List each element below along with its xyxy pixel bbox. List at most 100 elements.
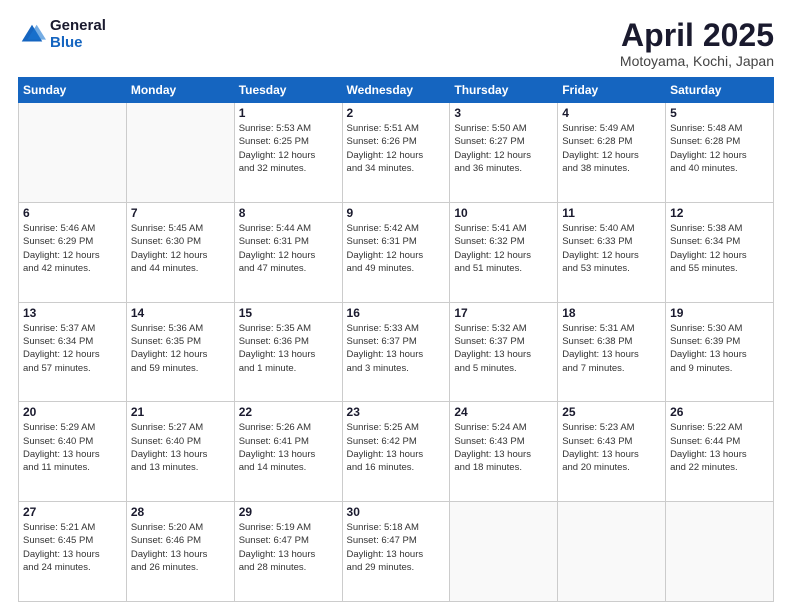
week-row-4: 27 Sunrise: 5:21 AM Sunset: 6:45 PM Dayli… bbox=[19, 502, 774, 602]
header: General Blue April 2025 Motoyama, Kochi,… bbox=[18, 18, 774, 69]
day-number: 13 bbox=[23, 306, 122, 320]
weekday-header-saturday: Saturday bbox=[666, 78, 774, 103]
day-info: Sunrise: 5:46 AM Sunset: 6:29 PM Dayligh… bbox=[23, 222, 122, 275]
day-number: 7 bbox=[131, 206, 230, 220]
calendar-cell: 22 Sunrise: 5:26 AM Sunset: 6:41 PM Dayli… bbox=[234, 402, 342, 502]
day-info: Sunrise: 5:32 AM Sunset: 6:37 PM Dayligh… bbox=[454, 322, 553, 375]
calendar-cell: 6 Sunrise: 5:46 AM Sunset: 6:29 PM Daylig… bbox=[19, 202, 127, 302]
day-number: 9 bbox=[347, 206, 446, 220]
day-number: 25 bbox=[562, 405, 661, 419]
logo-general: General bbox=[50, 18, 106, 35]
day-number: 20 bbox=[23, 405, 122, 419]
page: General Blue April 2025 Motoyama, Kochi,… bbox=[0, 0, 792, 612]
calendar-cell bbox=[450, 502, 558, 602]
day-number: 1 bbox=[239, 106, 338, 120]
calendar-cell: 8Sunrise: 5:44 AM Sunset: 6:31 PM Daylig… bbox=[234, 202, 342, 302]
weekday-header-row: SundayMondayTuesdayWednesdayThursdayFrid… bbox=[19, 78, 774, 103]
weekday-header-tuesday: Tuesday bbox=[234, 78, 342, 103]
calendar-cell: 21 Sunrise: 5:27 AM Sunset: 6:40 PM Dayli… bbox=[126, 402, 234, 502]
week-row-1: 6 Sunrise: 5:46 AM Sunset: 6:29 PM Daylig… bbox=[19, 202, 774, 302]
day-number: 12 bbox=[670, 206, 769, 220]
day-number: 29 bbox=[239, 505, 338, 519]
calendar-cell bbox=[558, 502, 666, 602]
day-number: 23 bbox=[347, 405, 446, 419]
calendar-cell: 29 Sunrise: 5:19 AM Sunset: 6:47 PM Dayli… bbox=[234, 502, 342, 602]
logo: General Blue bbox=[18, 18, 106, 51]
day-info: Sunrise: 5:40 AM Sunset: 6:33 PM Dayligh… bbox=[562, 222, 661, 275]
logo-blue: Blue bbox=[50, 35, 106, 52]
day-info: Sunrise: 5:50 AM Sunset: 6:27 PM Dayligh… bbox=[454, 122, 553, 175]
day-info: Sunrise: 5:27 AM Sunset: 6:40 PM Dayligh… bbox=[131, 421, 230, 474]
day-number: 27 bbox=[23, 505, 122, 519]
calendar-cell: 27 Sunrise: 5:21 AM Sunset: 6:45 PM Dayli… bbox=[19, 502, 127, 602]
calendar-cell: 30 Sunrise: 5:18 AM Sunset: 6:47 PM Dayli… bbox=[342, 502, 450, 602]
calendar-cell: 17 Sunrise: 5:32 AM Sunset: 6:37 PM Dayli… bbox=[450, 302, 558, 402]
day-info: Sunrise: 5:48 AM Sunset: 6:28 PM Dayligh… bbox=[670, 122, 769, 175]
day-info: Sunrise: 5:18 AM Sunset: 6:47 PM Dayligh… bbox=[347, 521, 446, 574]
day-number: 10 bbox=[454, 206, 553, 220]
day-number: 8 bbox=[239, 206, 338, 220]
calendar-cell: 19Sunrise: 5:30 AM Sunset: 6:39 PM Dayli… bbox=[666, 302, 774, 402]
day-number: 24 bbox=[454, 405, 553, 419]
week-row-0: 1Sunrise: 5:53 AM Sunset: 6:25 PM Daylig… bbox=[19, 103, 774, 203]
week-row-2: 13 Sunrise: 5:37 AM Sunset: 6:34 PM Dayli… bbox=[19, 302, 774, 402]
day-info: Sunrise: 5:30 AM Sunset: 6:39 PM Dayligh… bbox=[670, 322, 769, 375]
day-info: Sunrise: 5:51 AM Sunset: 6:26 PM Dayligh… bbox=[347, 122, 446, 175]
day-info: Sunrise: 5:23 AM Sunset: 6:43 PM Dayligh… bbox=[562, 421, 661, 474]
weekday-header-sunday: Sunday bbox=[19, 78, 127, 103]
calendar-cell: 28Sunrise: 5:20 AM Sunset: 6:46 PM Dayli… bbox=[126, 502, 234, 602]
day-number: 6 bbox=[23, 206, 122, 220]
calendar-cell: 7 Sunrise: 5:45 AM Sunset: 6:30 PM Daylig… bbox=[126, 202, 234, 302]
day-info: Sunrise: 5:31 AM Sunset: 6:38 PM Dayligh… bbox=[562, 322, 661, 375]
day-info: Sunrise: 5:22 AM Sunset: 6:44 PM Dayligh… bbox=[670, 421, 769, 474]
day-info: Sunrise: 5:25 AM Sunset: 6:42 PM Dayligh… bbox=[347, 421, 446, 474]
day-number: 26 bbox=[670, 405, 769, 419]
day-number: 5 bbox=[670, 106, 769, 120]
day-info: Sunrise: 5:36 AM Sunset: 6:35 PM Dayligh… bbox=[131, 322, 230, 375]
location: Motoyama, Kochi, Japan bbox=[620, 53, 774, 69]
calendar-cell: 5 Sunrise: 5:48 AM Sunset: 6:28 PM Daylig… bbox=[666, 103, 774, 203]
day-number: 21 bbox=[131, 405, 230, 419]
calendar-cell: 3 Sunrise: 5:50 AM Sunset: 6:27 PM Daylig… bbox=[450, 103, 558, 203]
day-info: Sunrise: 5:24 AM Sunset: 6:43 PM Dayligh… bbox=[454, 421, 553, 474]
calendar-cell: 15Sunrise: 5:35 AM Sunset: 6:36 PM Dayli… bbox=[234, 302, 342, 402]
calendar-cell: 26 Sunrise: 5:22 AM Sunset: 6:44 PM Dayli… bbox=[666, 402, 774, 502]
day-info: Sunrise: 5:45 AM Sunset: 6:30 PM Dayligh… bbox=[131, 222, 230, 275]
calendar-cell bbox=[666, 502, 774, 602]
day-info: Sunrise: 5:19 AM Sunset: 6:47 PM Dayligh… bbox=[239, 521, 338, 574]
calendar-cell: 25 Sunrise: 5:23 AM Sunset: 6:43 PM Dayli… bbox=[558, 402, 666, 502]
day-info: Sunrise: 5:38 AM Sunset: 6:34 PM Dayligh… bbox=[670, 222, 769, 275]
day-info: Sunrise: 5:29 AM Sunset: 6:40 PM Dayligh… bbox=[23, 421, 122, 474]
day-number: 16 bbox=[347, 306, 446, 320]
calendar-cell: 4Sunrise: 5:49 AM Sunset: 6:28 PM Daylig… bbox=[558, 103, 666, 203]
day-number: 11 bbox=[562, 206, 661, 220]
calendar-cell: 12 Sunrise: 5:38 AM Sunset: 6:34 PM Dayli… bbox=[666, 202, 774, 302]
day-number: 2 bbox=[347, 106, 446, 120]
day-number: 15 bbox=[239, 306, 338, 320]
day-number: 3 bbox=[454, 106, 553, 120]
calendar-cell: 1Sunrise: 5:53 AM Sunset: 6:25 PM Daylig… bbox=[234, 103, 342, 203]
week-row-3: 20 Sunrise: 5:29 AM Sunset: 6:40 PM Dayli… bbox=[19, 402, 774, 502]
calendar-cell: 9Sunrise: 5:42 AM Sunset: 6:31 PM Daylig… bbox=[342, 202, 450, 302]
calendar-cell: 18 Sunrise: 5:31 AM Sunset: 6:38 PM Dayli… bbox=[558, 302, 666, 402]
weekday-header-wednesday: Wednesday bbox=[342, 78, 450, 103]
day-number: 17 bbox=[454, 306, 553, 320]
calendar-cell bbox=[19, 103, 127, 203]
day-info: Sunrise: 5:33 AM Sunset: 6:37 PM Dayligh… bbox=[347, 322, 446, 375]
calendar-table: SundayMondayTuesdayWednesdayThursdayFrid… bbox=[18, 77, 774, 602]
calendar-cell: 16 Sunrise: 5:33 AM Sunset: 6:37 PM Dayli… bbox=[342, 302, 450, 402]
day-info: Sunrise: 5:21 AM Sunset: 6:45 PM Dayligh… bbox=[23, 521, 122, 574]
day-info: Sunrise: 5:26 AM Sunset: 6:41 PM Dayligh… bbox=[239, 421, 338, 474]
day-info: Sunrise: 5:49 AM Sunset: 6:28 PM Dayligh… bbox=[562, 122, 661, 175]
day-info: Sunrise: 5:37 AM Sunset: 6:34 PM Dayligh… bbox=[23, 322, 122, 375]
day-number: 30 bbox=[347, 505, 446, 519]
title-block: April 2025 Motoyama, Kochi, Japan bbox=[620, 18, 774, 69]
day-number: 18 bbox=[562, 306, 661, 320]
day-number: 22 bbox=[239, 405, 338, 419]
calendar-cell bbox=[126, 103, 234, 203]
weekday-header-monday: Monday bbox=[126, 78, 234, 103]
day-info: Sunrise: 5:41 AM Sunset: 6:32 PM Dayligh… bbox=[454, 222, 553, 275]
calendar-cell: 11 Sunrise: 5:40 AM Sunset: 6:33 PM Dayli… bbox=[558, 202, 666, 302]
calendar-cell: 10 Sunrise: 5:41 AM Sunset: 6:32 PM Dayli… bbox=[450, 202, 558, 302]
calendar-cell: 23 Sunrise: 5:25 AM Sunset: 6:42 PM Dayli… bbox=[342, 402, 450, 502]
